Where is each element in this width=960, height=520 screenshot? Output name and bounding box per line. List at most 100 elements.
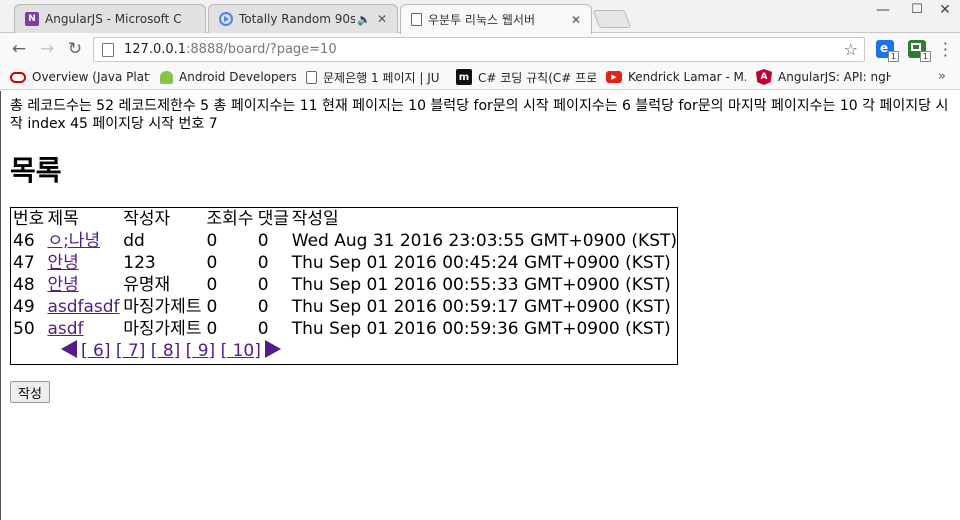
bookmarks-bar: Overview (Java Platf Android Developers … xyxy=(0,65,960,90)
cell-views: 0 xyxy=(206,319,218,339)
cell-no: 49 xyxy=(13,297,35,317)
cell-views: 0 xyxy=(206,297,218,317)
pagination: [ 6] [ 7] [ 8] [ 9] [ 10] xyxy=(61,340,281,361)
tab-title: 우분투 리눅스 웹서버 xyxy=(428,13,535,27)
bookmark-star-icon[interactable]: ☆ xyxy=(844,40,858,59)
menu-icon[interactable]: · · · xyxy=(943,36,948,64)
browser-toolbar: ← → ↻ 127.0.0.1:8888/board/?page=10 ☆ e … xyxy=(0,33,960,65)
new-tab-button[interactable] xyxy=(592,10,632,28)
speaker-icon[interactable]: 🔈 xyxy=(357,13,371,26)
cell-author: 마징가제트 xyxy=(123,297,202,317)
post-title-link[interactable]: 안녕 xyxy=(47,253,78,273)
bookmark-csharp-coding[interactable]: m C# 코딩 규칙(C# 프로 xyxy=(446,69,596,86)
page-info-icon[interactable] xyxy=(102,42,114,57)
table-row: 47 안녕 123 0 0 Thu Sep 01 2016 00:45:24 G… xyxy=(13,252,677,274)
next-page-arrow-icon[interactable] xyxy=(264,340,281,358)
minimize-icon[interactable]: — xyxy=(868,2,898,18)
extension-badge: 1 xyxy=(919,51,931,62)
reload-icon[interactable]: ↻ xyxy=(64,39,86,61)
url-path: :8888/board/?page=10 xyxy=(186,42,337,57)
post-title-link[interactable]: ㅇ;나녕 xyxy=(47,231,100,251)
column-header-views: 조회수 xyxy=(206,209,254,229)
cell-comments: 0 xyxy=(257,231,269,251)
cell-date: Thu Sep 01 2016 00:59:17 GMT+0900 (KST) xyxy=(291,297,671,317)
tab-angularjs[interactable]: N AngularJS - Microsoft C xyxy=(14,4,206,33)
back-arrow-icon[interactable]: ← xyxy=(8,39,30,61)
more-bookmarks-icon[interactable]: » xyxy=(938,69,946,84)
previous-page-arrow-icon[interactable] xyxy=(61,340,77,358)
page-link-9[interactable]: [ 9] xyxy=(186,341,215,361)
url-host: 127.0.0.1 xyxy=(124,42,187,57)
bookmark-android-developers[interactable]: Android Developers xyxy=(150,70,296,84)
bookmark-label: Android Developers xyxy=(179,70,296,84)
post-title-link[interactable]: 안녕 xyxy=(47,275,78,295)
table-row: 49 asdfasdf 마징가제트 0 0 Thu Sep 01 2016 00… xyxy=(13,296,677,318)
onenote-icon: N xyxy=(25,12,39,26)
cell-author: 유명재 xyxy=(123,275,171,295)
bookmark-java-overview[interactable]: Overview (Java Platf xyxy=(0,70,150,84)
page-icon xyxy=(411,13,422,26)
column-header-no: 번호 xyxy=(13,209,45,229)
column-header-comments: 댓글 xyxy=(257,209,290,229)
post-title-link[interactable]: asdfasdf xyxy=(47,297,119,317)
bookmark-label: Kendrick Lamar - M.A. xyxy=(628,70,746,84)
column-header-author: 작성자 xyxy=(123,209,171,229)
column-header-title: 제목 xyxy=(47,209,79,229)
youtube-icon: ▶ xyxy=(606,71,622,83)
post-title-link[interactable]: asdf xyxy=(47,319,83,339)
page-link-10[interactable]: [ 10] xyxy=(221,341,261,361)
oracle-icon xyxy=(10,71,26,83)
bookmark-label: AngularJS: API: ngHtt xyxy=(778,70,891,84)
bookmark-angularjs-api[interactable]: A AngularJS: API: ngHtt xyxy=(746,69,891,85)
tab-totally-random[interactable]: Totally Random 90s 🔈 ✕ xyxy=(208,4,398,33)
close-window-icon[interactable]: ✕ xyxy=(930,2,960,18)
cell-date: Thu Sep 01 2016 00:59:36 GMT+0900 (KST) xyxy=(291,319,671,339)
page-link-8[interactable]: [ 8] xyxy=(151,341,180,361)
cell-comments: 0 xyxy=(257,253,269,273)
cell-no: 47 xyxy=(13,253,35,273)
table-header-row: 번호 제목 작성자 조회수 댓글 작성일 xyxy=(13,208,677,230)
cell-author: dd xyxy=(123,231,145,251)
cell-comments: 0 xyxy=(257,275,269,295)
cell-comments: 0 xyxy=(257,297,269,317)
close-tab-icon[interactable]: ✕ xyxy=(569,13,583,27)
cell-views: 0 xyxy=(206,231,218,251)
bookmark-kendrick-lamar[interactable]: ▶ Kendrick Lamar - M.A. xyxy=(596,70,746,84)
cast-extension-icon[interactable]: 1 xyxy=(908,40,931,62)
android-icon xyxy=(160,70,173,84)
cell-no: 46 xyxy=(13,231,35,251)
page-icon xyxy=(306,70,317,84)
cell-author: 123 xyxy=(123,253,156,273)
cell-no: 50 xyxy=(13,319,35,339)
extension-badge: 1 xyxy=(887,51,899,62)
cell-comments: 0 xyxy=(257,319,269,339)
write-button[interactable]: 작성 xyxy=(10,381,50,403)
bookmark-label: Overview (Java Platf xyxy=(32,70,150,84)
tab-ubuntu-webserver[interactable]: 우분투 리눅스 웹서버 ✕ xyxy=(400,4,592,34)
column-header-date: 작성일 xyxy=(291,209,339,229)
tab-strip: N AngularJS - Microsoft C Totally Random… xyxy=(0,0,960,34)
board-table: 번호 제목 작성자 조회수 댓글 작성일 46 ㅇ;나녕 dd 0 0 Wed … xyxy=(10,207,678,365)
cell-no: 48 xyxy=(13,275,35,295)
forward-arrow-icon[interactable]: → xyxy=(36,39,58,61)
tab-title: AngularJS - Microsoft C xyxy=(45,12,182,26)
bookmark-label: C# 코딩 규칙(C# 프로 xyxy=(478,70,596,85)
extension-icon[interactable]: e 1 xyxy=(876,40,899,62)
table-row: 48 안녕 유명재 0 0 Thu Sep 01 2016 00:55:33 G… xyxy=(13,274,677,296)
page-link-7[interactable]: [ 7] xyxy=(116,341,145,361)
bookmark-label: 문제은행 1 페이지 | JU xyxy=(323,70,440,85)
page-title: 목록 xyxy=(10,154,62,187)
cell-views: 0 xyxy=(206,253,218,273)
playing-media-icon xyxy=(219,12,233,26)
cell-date: Thu Sep 01 2016 00:55:33 GMT+0900 (KST) xyxy=(291,275,671,295)
paging-summary: 총 레코드수는 52 레코드제한수 5 총 페이지수는 11 현재 페이지는 1… xyxy=(10,98,949,132)
table-row: 50 asdf 마징가제트 0 0 Thu Sep 01 2016 00:59:… xyxy=(13,318,677,340)
maximize-icon[interactable]: ☐ xyxy=(902,2,932,17)
close-tab-icon[interactable]: ✕ xyxy=(375,12,389,26)
cell-author: 마징가제트 xyxy=(123,319,202,339)
angular-icon: A xyxy=(756,69,772,85)
address-bar[interactable]: 127.0.0.1:8888/board/?page=10 ☆ xyxy=(93,37,865,62)
cell-views: 0 xyxy=(206,275,218,295)
bookmark-problem-bank[interactable]: 문제은행 1 페이지 | JU xyxy=(296,69,446,86)
page-link-6[interactable]: [ 6] xyxy=(81,341,110,361)
